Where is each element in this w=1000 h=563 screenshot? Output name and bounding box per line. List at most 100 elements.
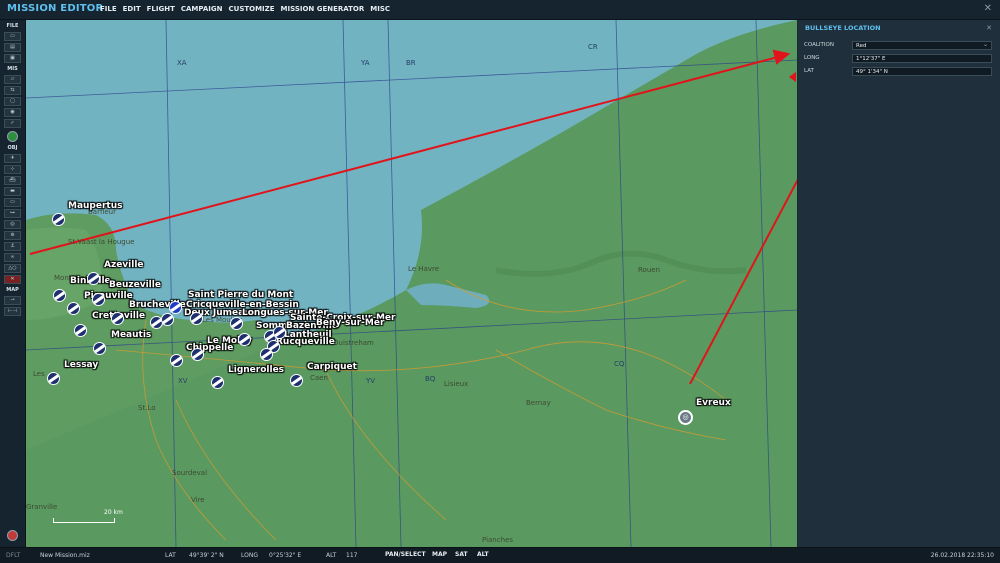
unit-marker[interactable] [47,372,60,385]
town-label: St.Vaast la Hougue [68,238,135,246]
menu-misc[interactable]: MISC [370,5,390,13]
town-label: Bernay [526,399,551,407]
settings-gear-icon[interactable] [7,530,18,541]
add-ship-icon[interactable]: ⛴ [4,176,21,185]
open-file-icon[interactable]: ▤ [4,43,21,52]
close-icon[interactable]: ✕ [986,24,992,32]
town-label: Ouistreham [333,339,374,347]
panel-title: BULLSEYE LOCATION [805,24,881,32]
weather-icon[interactable]: ◉ [4,108,21,117]
mission-file-name: New Mission.miz [40,552,90,559]
unit-marker[interactable] [161,313,174,326]
unit-marker[interactable] [53,289,66,302]
add-nav-point-icon[interactable]: ∞ [4,253,21,262]
menu-campaign[interactable]: CAMPAIGN [181,5,223,13]
map-mode-button[interactable]: MAP [430,550,450,559]
unit-label: Carpiquet [307,362,357,372]
triggers-icon[interactable]: ⇆ [4,86,21,95]
unit-marker[interactable] [260,348,273,361]
unit-label: Saint Pierre du Mont [188,290,294,300]
add-plane-icon[interactable]: ✈ [4,154,21,163]
unit-label: Maupertus [68,201,123,211]
grid-label: CQ [614,360,625,368]
status-bar: DFLT New Mission.miz LAT 49°39' 2" N LON… [0,547,1000,563]
check-icon[interactable]: ✓ [4,119,21,128]
scale-bar [53,518,115,523]
pan-select-button[interactable]: PAN/SELECT [383,550,428,559]
town-label: St.Lo [138,404,156,412]
scale-label: 20 km [104,509,123,516]
map-view[interactable]: XA YA BR CR XV YV BQ CQ Barfleur St.Vaas… [26,20,797,547]
long-label: LONG [804,55,820,61]
unit-marker[interactable] [74,324,87,337]
sat-mode-button[interactable]: SAT [453,550,470,559]
town-label: Caen [310,374,328,382]
unit-marker[interactable] [273,326,286,339]
map-layers-icon[interactable]: ⊢⊣ [4,307,21,316]
add-vehicle-icon[interactable]: ▬ [4,187,21,196]
coalition-row: COALITION Red [804,40,994,51]
unit-label: Lessay [64,360,99,370]
grid-label: YV [366,377,376,385]
unit-marker[interactable] [170,354,183,367]
unit-marker[interactable] [111,312,124,325]
add-template-icon[interactable]: ⊶ [4,209,21,218]
lat-row: LAT 49° 1'34" N [804,67,994,77]
unit-marker[interactable] [190,312,203,325]
lat-label: LAT [165,552,176,559]
toolbar-section-file: FILE [6,23,19,29]
fly-mission-icon[interactable] [7,131,18,142]
add-static-icon[interactable]: ▭ [4,198,21,207]
save-file-icon[interactable]: ▣ [4,54,21,63]
date-time: 26.02.2018 22:35:10 [930,552,994,559]
town-label: Vire [191,496,205,504]
menu-mission-generator[interactable]: MISSION GENERATOR [281,5,365,13]
unit-marker[interactable] [230,317,243,330]
unit-marker-selected[interactable] [169,301,182,314]
add-zone-icon[interactable]: ◎ [4,220,21,229]
unit-marker[interactable] [191,348,204,361]
new-file-icon[interactable]: ▭ [4,32,21,41]
bullseye-label: Evreux [696,398,731,408]
unit-marker[interactable] [67,302,80,315]
long-value: 0°25'32" E [269,552,302,559]
alt-label: ALT [326,552,337,559]
mission-goals-icon[interactable]: ▱ [4,75,21,84]
unit-label: Meautis [111,330,152,340]
menu-edit[interactable]: EDIT [123,5,141,13]
lat-field[interactable]: 49° 1'34" N [852,67,992,76]
town-label: Sourdeval [172,469,208,477]
unit-marker[interactable] [87,272,100,285]
unit-marker[interactable] [290,374,303,387]
unit-marker[interactable] [52,213,65,226]
grid-label: YA [361,59,370,67]
left-toolbar: FILE ▭ ▤ ▣ MIS ▱ ⇆ ▢ ◉ ✓ OBJ ✈ ⊹ ⛴ ▬ ▭ ⊶… [0,20,26,547]
unit-label: Rucqueville [276,337,335,347]
add-shapes-icon[interactable]: △○ [4,264,21,273]
app-title: MISSION EDITOR [7,3,104,14]
top-menu-bar: MISSION EDITOR FILE EDIT FLIGHT CAMPAIGN… [0,0,1000,20]
menu-customize[interactable]: CUSTOMIZE [229,5,275,13]
close-icon[interactable]: ✕ [984,3,992,14]
coalition-dropdown[interactable]: Red [852,40,992,50]
delete-icon[interactable]: ✕ [4,275,21,284]
add-helicopter-icon[interactable]: ⊹ [4,165,21,174]
add-airfield-icon[interactable]: ⊚ [4,231,21,240]
map-ruler-icon[interactable]: ⊸ [4,296,21,305]
briefing-icon[interactable]: ▢ [4,97,21,106]
unit-marker[interactable] [211,376,224,389]
alt-mode-button[interactable]: ALT [475,550,491,559]
long-field[interactable]: 1°12'37" E [852,54,992,63]
menu-file[interactable]: FILE [100,5,117,13]
grid-label: XA [177,59,187,67]
unit-label: Beuzeville [109,280,161,290]
unit-marker[interactable] [238,333,251,346]
main-menu: FILE EDIT FLIGHT CAMPAIGN CUSTOMIZE MISS… [100,5,390,13]
unit-marker[interactable] [92,293,105,306]
grid-label: CR [588,43,598,51]
bullseye-icon[interactable]: ◎ [678,410,693,425]
add-waypoint-icon[interactable]: ⚓ [4,242,21,251]
toolbar-section-obj: OBJ [7,145,18,151]
menu-flight[interactable]: FLIGHT [147,5,175,13]
unit-marker[interactable] [93,342,106,355]
